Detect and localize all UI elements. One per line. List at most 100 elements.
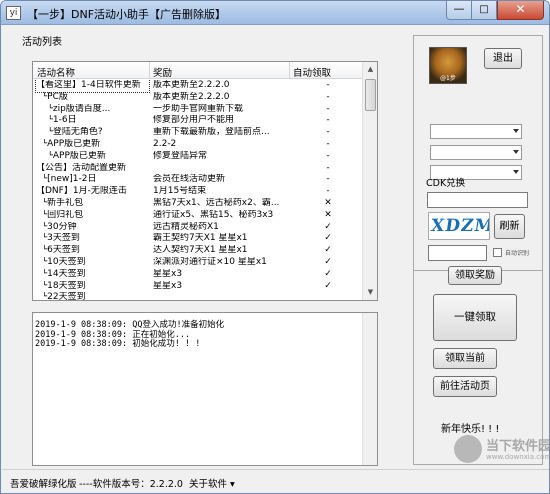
column-divider[interactable] — [289, 62, 290, 79]
list-item[interactable]: └[new]1-2日 会员在线活动更新 - — [33, 174, 363, 186]
one-key-claim-button[interactable]: 一键领取 — [433, 294, 517, 341]
auto-identify-checkbox[interactable] — [493, 248, 502, 257]
chevron-down-icon — [513, 150, 519, 154]
reward-cell: 1月15号结束 — [153, 186, 207, 197]
activity-name-cell: └3天签到 — [36, 233, 80, 244]
auto-claim-cell: - — [326, 186, 330, 197]
list-item[interactable]: └10天签到 深渊派对通行证×10 星星x1 ✓ — [33, 257, 363, 269]
activity-list[interactable]: 活动名称 奖励 自动领取 【看这里】1-4日软件更新 版本更新至2.2.2.0 - … — [32, 61, 378, 301]
scroll-down-icon[interactable]: ▼ — [363, 285, 377, 300]
auto-claim-cell: - — [326, 115, 330, 126]
cdk-label: CDK兑换 — [426, 178, 466, 189]
list-item[interactable]: └3天签到 霸王契约7天X1 星星x1 ✓ — [33, 233, 363, 245]
auto-claim-cell: - — [326, 91, 330, 102]
list-item[interactable]: └1-6日 修复部分用户不能用 - — [33, 115, 363, 127]
avatar: @1步 — [429, 47, 467, 84]
list-item[interactable]: └APP版已更新 2.2-2 - — [33, 139, 363, 151]
about-menu[interactable]: 关于软件 ▾ — [189, 476, 235, 490]
app-window: yi 【一步】DNF活动小助手【广告删除版】 — □ ✕ 活动列表 活动名称 奖… — [0, 0, 550, 494]
goto-activity-button[interactable]: 前往活动页 — [433, 376, 497, 397]
activity-name-cell: └14天签到 — [36, 268, 86, 279]
activity-name-cell: └1-6日 — [36, 115, 77, 126]
auto-claim-cell: - — [326, 103, 330, 114]
auto-claim-cell: ✓ — [324, 233, 332, 244]
reward-cell: 通行证x5、黑钻15、秘药3x3 — [153, 209, 274, 220]
column-header-name[interactable]: 活动名称 — [37, 65, 75, 79]
title-bar[interactable]: yi 【一步】DNF活动小助手【广告删除版】 — □ ✕ — [1, 1, 549, 25]
activity-name-cell: 【公告】活动配置更新 — [36, 162, 127, 173]
list-item[interactable]: └6天签到 达人契约7天X1 星星x1 ✓ — [33, 245, 363, 257]
activity-name-cell: └zip版请百度... — [36, 103, 111, 114]
edition-text: 吾爱破解绿化版 — [10, 479, 77, 490]
captcha-input[interactable] — [428, 245, 487, 261]
account-panel: @1步 退出 CDK兑换 XDZM 刷新 自动识别 领取奖励 — [414, 36, 542, 285]
list-item[interactable]: └新手礼包 黑钻7天x1、远古秘药x2、霸... ✕ — [33, 198, 363, 210]
list-item[interactable]: └30分钟 远古精灵秘药X1 ✓ — [33, 222, 363, 234]
list-item[interactable]: 【公告】活动配置更新 - — [33, 163, 363, 175]
server-select[interactable] — [430, 124, 522, 139]
refresh-button[interactable]: 刷新 — [494, 214, 525, 239]
activity-name-cell: └APP版已更新 — [36, 138, 101, 149]
reward-cell: 霸王契约7天X1 星星x1 — [153, 233, 248, 244]
activity-name-cell: 【看这里】1-4日软件更新 — [35, 80, 150, 93]
main-content: 活动列表 活动名称 奖励 自动领取 【看这里】1-4日软件更新 版本更新至2.2.… — [2, 25, 549, 469]
area-select[interactable] — [430, 145, 522, 160]
scroll-up-icon[interactable]: ▲ — [363, 62, 377, 77]
watermark-text: 当下软件园 — [486, 439, 550, 454]
maximize-button[interactable]: □ — [472, 1, 497, 20]
list-item[interactable]: └PC版 版本更新至2.2.2.0 - — [33, 92, 363, 104]
auto-claim-cell: ✕ — [324, 209, 332, 220]
minimize-button[interactable]: — — [446, 1, 472, 20]
column-divider[interactable] — [149, 62, 150, 79]
cdk-input[interactable] — [427, 192, 528, 208]
activity-name-cell: └回归礼包 — [36, 209, 84, 220]
reward-cell: 2.2-2 — [153, 138, 177, 149]
log-line: 2019-1-9 08:38:09: 初始化成功! ! ! — [35, 339, 201, 349]
claim-current-button[interactable]: 领取当前 — [433, 348, 497, 369]
activity-name-cell: └PC版 — [36, 91, 68, 102]
captcha-image: XDZM — [428, 212, 490, 240]
auto-claim-cell: ✓ — [324, 221, 332, 232]
chevron-down-icon — [513, 170, 519, 174]
activity-name-cell: └18天签到 — [36, 280, 86, 291]
auto-claim-cell: - — [326, 127, 330, 138]
status-bar: 吾爱破解绿化版 ----软件版本号：2.2.2.0 关于软件 ▾ — [2, 469, 549, 493]
list-item[interactable]: └回归礼包 通行证x5、黑钻15、秘药3x3 ✕ — [33, 210, 363, 222]
right-panel: @1步 退出 CDK兑换 XDZM 刷新 自动识别 领取奖励 一键领取 领取当前… — [413, 35, 543, 465]
auto-claim-cell: ✓ — [324, 280, 332, 291]
list-item[interactable]: └18天签到 星星x3 ✓ — [33, 281, 363, 293]
reward-cell: 修复登陆异常 — [153, 150, 208, 161]
auto-claim-cell: ✓ — [324, 256, 332, 267]
exit-button[interactable]: 退出 — [484, 48, 522, 69]
auto-claim-cell: ✓ — [324, 245, 332, 256]
column-header-auto[interactable]: 自动领取 — [293, 65, 331, 79]
list-scrollbar[interactable]: ▲ ▼ — [362, 62, 377, 300]
log-scrollbar[interactable] — [362, 313, 377, 465]
activity-name-cell: └22天签到 — [36, 292, 86, 301]
reward-cell: 修复部分用户不能用 — [153, 115, 235, 126]
list-item[interactable]: └登陆无角色? 重新下载最新版，登陆前点... - — [33, 127, 363, 139]
greeting-text: 新年快乐! ! ! — [441, 424, 500, 435]
activity-name-cell: 【DNF】1月-无限连击 — [36, 186, 127, 197]
auto-claim-cell: - — [326, 80, 330, 90]
list-item[interactable]: 【DNF】1月-无限连击 1月15号结束 - — [33, 186, 363, 198]
log-lines: 2019-1-9 08:38:09: QQ登入成功!准备初始化 2019-1-9 … — [35, 320, 224, 350]
list-item[interactable]: └14天签到 星星x3 ✓ — [33, 269, 363, 281]
activity-name-cell: └新手礼包 — [36, 197, 84, 208]
close-button[interactable]: ✕ — [497, 1, 544, 20]
log-output[interactable]: 2019-1-9 08:38:09: QQ登入成功!准备初始化 2019-1-9 … — [32, 312, 378, 466]
scroll-thumb[interactable] — [365, 79, 376, 111]
list-item[interactable]: └22天签到 — [33, 292, 363, 301]
list-item[interactable]: └zip版请百度... 一步助手官网重新下载 - — [33, 104, 363, 116]
reward-cell: 星星x3 — [153, 280, 183, 291]
reward-cell: 星星x3 — [153, 268, 183, 279]
chevron-down-icon — [513, 129, 519, 133]
watermark-logo: 当下软件园 www.downxia.com — [454, 435, 550, 467]
captcha-text: XDZM — [429, 216, 490, 236]
list-item[interactable]: 【看这里】1-4日软件更新 版本更新至2.2.2.0 - — [33, 80, 363, 93]
reward-cell: 远古精灵秘药X1 — [153, 221, 219, 232]
list-item[interactable]: └APP版已更新 修复登陆异常 - — [33, 151, 363, 163]
column-header-reward[interactable]: 奖励 — [153, 65, 172, 79]
auto-claim-cell: ✕ — [324, 197, 332, 208]
auto-claim-cell: ✓ — [324, 268, 332, 279]
